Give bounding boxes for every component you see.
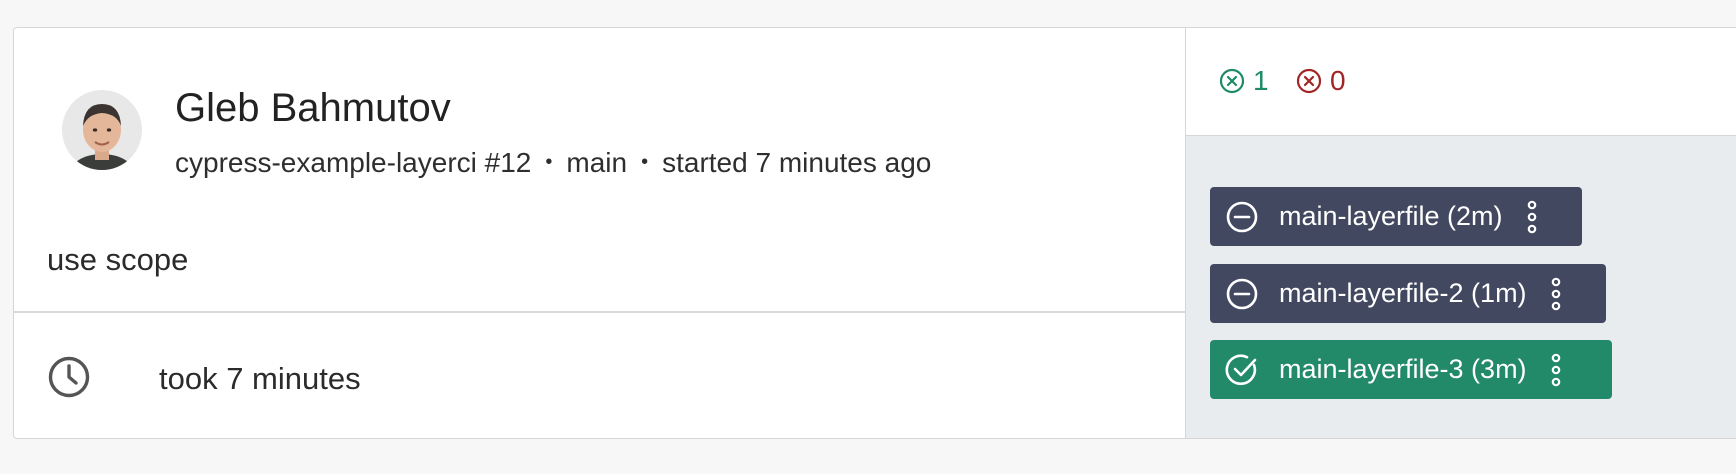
passed-count-value: 1 <box>1253 65 1269 96</box>
branch-name[interactable]: main <box>566 147 627 178</box>
minus-circle-icon <box>1226 278 1258 309</box>
group-chip[interactable]: main-layerfile-3 (3m) <box>1210 340 1612 399</box>
started-time: started 7 minutes ago <box>662 147 932 178</box>
run-meta: cypress-example-layerci #12 • main • started… <box>175 144 931 181</box>
check-circle-icon <box>1219 68 1245 94</box>
meta-separator: • <box>545 151 553 173</box>
group-chip[interactable]: main-layerfile (2m) <box>1210 187 1582 246</box>
clock-icon <box>48 356 90 398</box>
group-label: main-layerfile (2m) <box>1279 201 1503 231</box>
failed-count-value: 0 <box>1330 65 1346 96</box>
group-label: main-layerfile-2 (1m) <box>1279 278 1527 308</box>
commit-message: use scope <box>47 242 189 277</box>
avatar <box>62 90 142 170</box>
failed-count: 0 <box>1296 65 1346 97</box>
run-duration: took 7 minutes <box>159 361 361 396</box>
result-stats: 1 0 <box>1186 28 1736 136</box>
author-name: Gleb Bahmutov <box>175 86 451 130</box>
run-summary: Gleb Bahmutov cypress-example-layerci #1… <box>14 28 1186 438</box>
project-link[interactable]: cypress-example-layerci #12 <box>175 147 531 178</box>
more-vertical-icon[interactable] <box>1551 353 1561 387</box>
x-circle-icon <box>1296 68 1322 94</box>
run-card: Gleb Bahmutov cypress-example-layerci #1… <box>13 27 1736 439</box>
divider <box>14 311 1185 313</box>
group-list: main-layerfile (2m) main-layerfile-2 (1m… <box>1186 136 1736 438</box>
minus-circle-icon <box>1226 201 1258 232</box>
more-vertical-icon[interactable] <box>1527 200 1537 234</box>
check-circle-icon <box>1225 353 1257 385</box>
passed-count: 1 <box>1219 65 1269 97</box>
run-results: 1 0 main-layerfile (2m) main-layerfile-2… <box>1186 28 1736 438</box>
meta-separator: • <box>641 151 649 173</box>
more-vertical-icon[interactable] <box>1551 277 1561 311</box>
group-chip[interactable]: main-layerfile-2 (1m) <box>1210 264 1606 323</box>
group-label: main-layerfile-3 (3m) <box>1279 354 1527 384</box>
